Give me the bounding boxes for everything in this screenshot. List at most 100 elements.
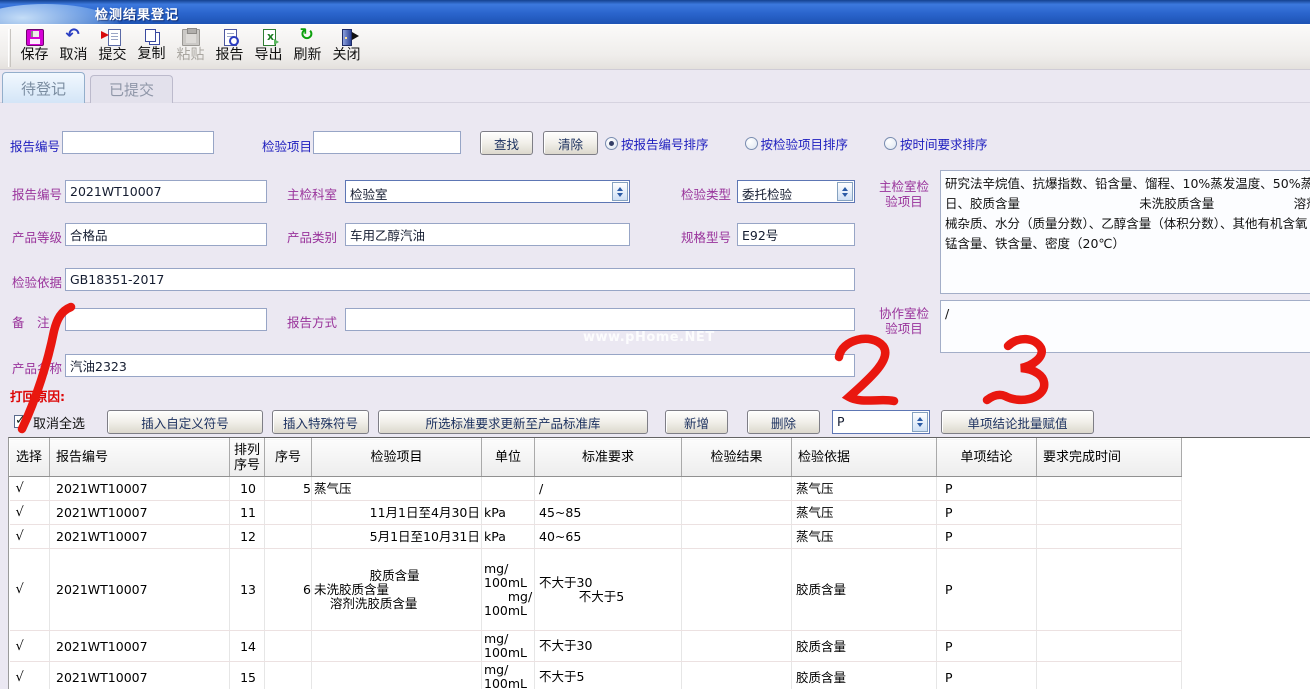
action-insert-special-button[interactable]: 插入特殊符号 (272, 410, 369, 434)
cell-sort_no[interactable]: 10 (230, 477, 265, 501)
cell-sort_no[interactable]: 12 (230, 525, 265, 549)
cell-deadline[interactable] (1037, 549, 1182, 631)
spec-model-input[interactable] (737, 223, 855, 246)
cell-seq_no[interactable] (265, 501, 312, 525)
spinner-icon[interactable] (612, 182, 628, 201)
cell-deadline[interactable] (1037, 662, 1182, 689)
action-insert-custom-button[interactable]: 插入自定义符号 (107, 410, 263, 434)
product-category-input[interactable] (345, 223, 630, 246)
test-basis-input[interactable] (65, 268, 855, 291)
product-grade-input[interactable] (65, 223, 267, 246)
toolbar-close-button[interactable]: 关闭 (327, 27, 366, 69)
cell-deadline[interactable] (1037, 477, 1182, 501)
cell-unit[interactable]: kPa (482, 501, 535, 525)
main-items-textarea[interactable]: 研究法辛烷值、抗爆指数、铅含量、馏程、10%蒸发温度、50%蒸发温度 日、胶质含… (940, 170, 1310, 294)
cell-item[interactable] (312, 662, 482, 689)
cell-conclusion[interactable]: P (937, 477, 1037, 501)
cell-unit[interactable]: mg/ 100mL (482, 631, 535, 662)
cell-seq_no[interactable] (265, 525, 312, 549)
cell-sort_no[interactable]: 13 (230, 549, 265, 631)
cell-select[interactable]: √ (10, 549, 50, 631)
table-row[interactable]: √2021WT1000714mg/ 100mL不大于30胶质含量P (10, 631, 1310, 662)
cell-sort_no[interactable]: 11 (230, 501, 265, 525)
toolbar-save-button[interactable]: 保存 (15, 27, 54, 69)
sort-radio-3[interactable]: 按时间要求排序 (884, 134, 988, 153)
cell-item[interactable] (312, 631, 482, 662)
sort-radio-1[interactable]: 按报告编号排序 (605, 134, 709, 153)
cell-basis[interactable]: 蒸气压 (792, 477, 937, 501)
tab-pending[interactable]: 待登记 (2, 72, 85, 103)
batch-assign-button[interactable]: 单项结论批量赋值 (941, 410, 1094, 434)
spinner-icon[interactable] (912, 412, 928, 432)
tab-submitted[interactable]: 已提交 (90, 75, 173, 103)
cell-requirement[interactable]: 不大于30 不大于5 (535, 549, 682, 631)
cell-basis[interactable]: 蒸气压 (792, 525, 937, 549)
search-report-no-input[interactable] (62, 131, 214, 154)
conclusion-select[interactable]: P (832, 410, 930, 434)
test-type-select[interactable]: 委托检验 (737, 180, 855, 203)
cell-deadline[interactable] (1037, 525, 1182, 549)
cell-select[interactable]: √ (10, 501, 50, 525)
find-button[interactable]: 查找 (480, 131, 533, 155)
cell-result[interactable] (682, 525, 792, 549)
cell-conclusion[interactable]: P (937, 525, 1037, 549)
remark-input[interactable] (65, 308, 267, 331)
cell-requirement[interactable]: / (535, 477, 682, 501)
cell-unit[interactable] (482, 477, 535, 501)
action-update-standards-button[interactable]: 所选标准要求更新至产品标准库 (378, 410, 648, 434)
spinner-icon[interactable] (837, 182, 853, 201)
cell-report_no[interactable]: 2021WT10007 (50, 549, 230, 631)
cell-result[interactable] (682, 631, 792, 662)
cell-result[interactable] (682, 662, 792, 689)
cell-result[interactable] (682, 477, 792, 501)
report-no-input[interactable] (65, 180, 267, 203)
toolbar-copy-button[interactable]: 复制 (132, 27, 171, 69)
cell-select[interactable]: √ (10, 477, 50, 501)
cell-item[interactable]: 5月1日至10月31日 (312, 525, 482, 549)
cell-conclusion[interactable]: P (937, 501, 1037, 525)
cell-result[interactable] (682, 501, 792, 525)
cell-seq_no[interactable] (265, 631, 312, 662)
cell-sort_no[interactable]: 15 (230, 662, 265, 689)
cell-requirement[interactable]: 40~65 (535, 525, 682, 549)
cell-report_no[interactable]: 2021WT10007 (50, 631, 230, 662)
cell-seq_no[interactable]: 5 (265, 477, 312, 501)
cell-item[interactable]: 11月1日至4月30日 (312, 501, 482, 525)
toolbar-report-button[interactable]: 报告 (210, 27, 249, 69)
cell-basis[interactable]: 蒸气压 (792, 501, 937, 525)
action-add-button[interactable]: 新增 (665, 410, 728, 434)
uncheck-all-checkbox[interactable] (14, 415, 27, 428)
radio-icon[interactable] (745, 137, 758, 150)
cell-report_no[interactable]: 2021WT10007 (50, 501, 230, 525)
toolbar-export-button[interactable]: 导出 (249, 27, 288, 69)
cell-unit[interactable]: mg/ 100mL mg/ 100mL (482, 549, 535, 631)
cell-select[interactable]: √ (10, 631, 50, 662)
cell-conclusion[interactable]: P (937, 549, 1037, 631)
cell-deadline[interactable] (1037, 501, 1182, 525)
cell-result[interactable] (682, 549, 792, 631)
toolbar-cancel-button[interactable]: 取消 (54, 27, 93, 69)
cell-report_no[interactable]: 2021WT10007 (50, 477, 230, 501)
cell-item[interactable]: 蒸气压 (312, 477, 482, 501)
cell-requirement[interactable]: 不大于30 (535, 631, 682, 662)
cell-unit[interactable]: kPa (482, 525, 535, 549)
cell-deadline[interactable] (1037, 631, 1182, 662)
clear-button[interactable]: 清除 (543, 131, 598, 155)
cell-select[interactable]: √ (10, 662, 50, 689)
table-row[interactable]: √2021WT1000712 5月1日至10月31日kPa40~65 蒸气压P (10, 525, 1310, 549)
cell-report_no[interactable]: 2021WT10007 (50, 525, 230, 549)
cell-conclusion[interactable]: P (937, 631, 1037, 662)
cell-basis[interactable]: 胶质含量 (792, 662, 937, 689)
cell-sort_no[interactable]: 14 (230, 631, 265, 662)
cell-select[interactable]: √ (10, 525, 50, 549)
radio-icon[interactable] (605, 137, 618, 150)
cell-seq_no[interactable]: 6 (265, 549, 312, 631)
sort-radio-2[interactable]: 按检验项目排序 (745, 134, 849, 153)
action-delete-button[interactable]: 删除 (747, 410, 820, 434)
report-method-input[interactable] (345, 308, 855, 331)
search-item-input[interactable] (313, 131, 461, 154)
product-name-input[interactable] (65, 354, 855, 377)
table-row[interactable]: √2021WT10007105蒸气压/蒸气压P (10, 477, 1310, 501)
radio-icon[interactable] (884, 137, 897, 150)
main-dept-select[interactable]: 检验室 (345, 180, 630, 203)
